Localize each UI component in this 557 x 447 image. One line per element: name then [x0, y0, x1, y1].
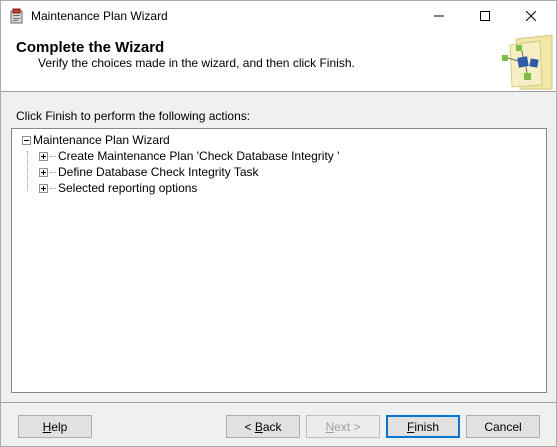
page-title: Complete the Wizard [16, 39, 165, 56]
help-label-post: elp [51, 419, 68, 434]
back-label-post: ack [262, 419, 282, 434]
page-subtitle: Verify the choices made in the wizard, a… [38, 56, 355, 70]
tree-root-label: Maintenance Plan Wizard [33, 133, 170, 147]
tree-item-create-plan[interactable]: Create Maintenance Plan 'Check Database … [39, 148, 339, 164]
back-label-key: B [254, 419, 263, 434]
finish-button[interactable]: Finish [386, 415, 460, 438]
cancel-button[interactable]: Cancel [466, 415, 540, 438]
expand-icon[interactable] [39, 151, 48, 161]
next-label-key: N [325, 419, 335, 434]
tree-item-label: Define Database Check Integrity Task [58, 165, 259, 179]
close-button[interactable] [508, 1, 554, 31]
minimize-icon [434, 15, 444, 17]
next-button[interactable]: Next > [306, 415, 380, 438]
expand-icon[interactable] [39, 167, 48, 177]
back-label-pre: < [244, 419, 255, 434]
tree-dots [50, 171, 56, 173]
wizard-app-icon [10, 8, 23, 24]
tree-item-label: Selected reporting options [58, 181, 198, 195]
tree-connector [27, 151, 28, 191]
tree-item-define-task[interactable]: Define Database Check Integrity Task [39, 164, 259, 180]
tree-item-label: Create Maintenance Plan 'Check Database … [58, 149, 340, 163]
tree-dots [50, 187, 56, 189]
tree-dots [50, 155, 56, 157]
cancel-label: Cancel [484, 419, 522, 434]
finish-label-post: inish [414, 419, 440, 434]
maximize-button[interactable] [462, 1, 508, 31]
next-label-post: ext > [334, 419, 361, 434]
back-button[interactable]: < Back [226, 415, 300, 438]
instruction-text: Click Finish to perform the following ac… [16, 109, 251, 123]
minimize-button[interactable] [416, 1, 462, 31]
wizard-header: Complete the Wizard Verify the choices m… [1, 31, 556, 92]
maximize-icon [480, 11, 490, 21]
actions-tree[interactable]: Maintenance Plan Wizard Create Maintenan… [11, 128, 547, 393]
wizard-window: Maintenance Plan Wizard Complete the Wiz… [0, 0, 557, 447]
footer-separator [1, 402, 556, 403]
wizard-graphic-icon [502, 34, 553, 90]
expand-icon[interactable] [39, 183, 48, 193]
close-icon [526, 11, 536, 21]
title-bar[interactable]: Maintenance Plan Wizard [1, 1, 556, 31]
tree-root[interactable]: Maintenance Plan Wizard [22, 132, 170, 148]
help-label-key: H [42, 419, 52, 434]
window-title: Maintenance Plan Wizard [31, 9, 168, 23]
collapse-icon[interactable] [22, 135, 31, 145]
tree-item-reporting[interactable]: Selected reporting options [39, 180, 197, 196]
finish-label-key: F [406, 419, 415, 434]
help-button[interactable]: Help [18, 415, 92, 438]
